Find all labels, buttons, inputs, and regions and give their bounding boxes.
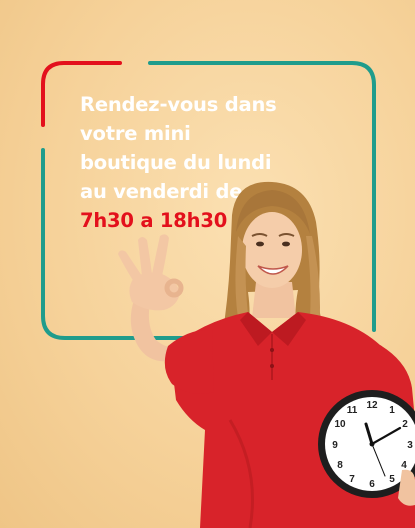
- clock-center: [369, 441, 375, 447]
- clock-numeral: 2: [402, 419, 408, 430]
- clock-numeral: 3: [407, 440, 413, 451]
- wall-clock-icon: 12 1 2 3 4 5 6 7 8 9 10 11: [318, 390, 415, 506]
- clock-numeral: 7: [349, 474, 355, 485]
- clock-numeral: 10: [334, 419, 346, 430]
- clock-numeral: 5: [389, 474, 395, 485]
- clock-numeral: 12: [366, 400, 378, 411]
- clock-numeral: 11: [347, 405, 358, 416]
- clock-numeral: 6: [369, 479, 375, 490]
- clock-numeral: 1: [389, 405, 395, 416]
- clock-numeral: 9: [332, 440, 338, 451]
- clock-numeral: 4: [401, 460, 407, 471]
- clock-numeral: 8: [337, 460, 343, 471]
